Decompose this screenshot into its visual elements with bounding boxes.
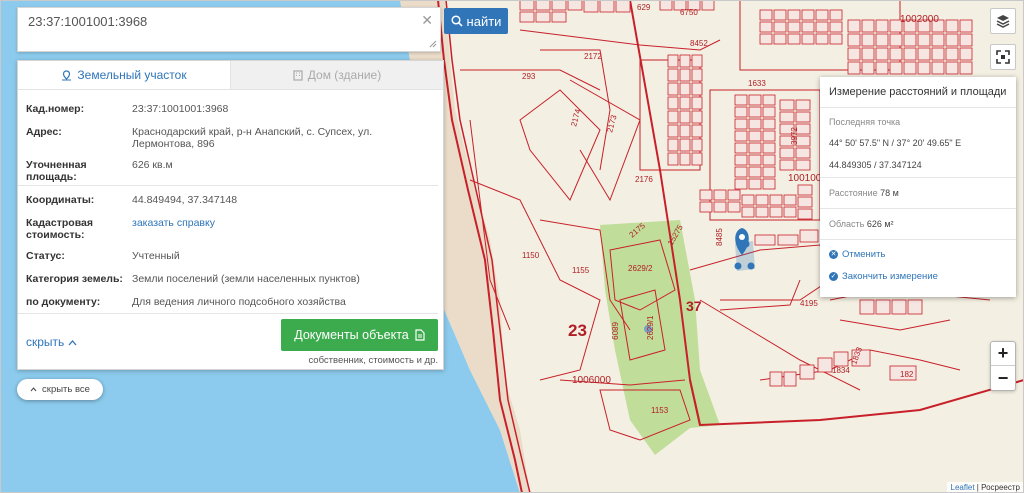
parcel-info-panel: Земельный участок Дом (здание) Кад.номер… <box>17 60 444 370</box>
label: Категория земель: <box>26 273 123 285</box>
value: Земли поселений (земли населенных пункто… <box>132 273 360 285</box>
search-button-label: найти <box>466 13 502 29</box>
fullscreen-button[interactable] <box>990 44 1016 70</box>
map-label: 2629/2 <box>628 264 653 273</box>
cancel-measure-button[interactable]: ✕ Отменить <box>829 249 885 260</box>
docs-subtitle: собственник, стоимость и др. <box>308 355 438 366</box>
distance-label: Расстояние <box>829 188 878 198</box>
hide-all-label: скрыть все <box>42 384 90 395</box>
search-input[interactable]: 23:37:1001001:3968 ✕ <box>17 7 441 52</box>
map-label: 3972 <box>790 127 799 145</box>
attribution-source: Росреестр <box>981 483 1020 492</box>
area-value: 626 м² <box>866 219 894 229</box>
zoom-out-button[interactable]: − <box>991 366 1015 390</box>
map-label: 37 <box>686 298 702 314</box>
info-tabs: Земельный участок Дом (здание) <box>18 61 443 90</box>
map-label: 293 <box>522 72 536 81</box>
layers-icon <box>996 15 1010 28</box>
value: Учтенный <box>132 250 180 262</box>
map-label: 8452 <box>690 39 708 48</box>
resize-grip-icon[interactable] <box>429 40 437 48</box>
value: 23:37:1001001:3968 <box>132 103 229 115</box>
cancel-icon: ✕ <box>829 250 838 259</box>
map-label: 6809 <box>610 322 619 340</box>
order-certificate-link[interactable]: заказать справку <box>132 217 432 229</box>
map-label: 1150 <box>522 251 540 260</box>
divider <box>18 313 438 314</box>
divider <box>820 107 1016 108</box>
map-attribution: Leaflet | Росреестр <box>946 482 1024 493</box>
divider <box>18 185 438 186</box>
tab-building[interactable]: Дом (здание) <box>230 61 443 89</box>
map-label: 182 <box>900 370 914 379</box>
map-label: 1633 <box>748 79 766 88</box>
label: по документу: <box>26 296 101 308</box>
check-icon: ✓ <box>829 272 838 281</box>
tab-parcel-label: Земельный участок <box>77 68 187 82</box>
zoom-control: + − <box>990 341 1016 391</box>
map-label: 629 <box>637 3 651 12</box>
value: 626 кв.м <box>132 159 173 171</box>
leaflet-link[interactable]: Leaflet <box>951 483 975 492</box>
label: Координаты: <box>26 194 95 206</box>
chevron-up-icon <box>68 340 77 346</box>
tab-building-label: Дом (здание) <box>307 68 382 82</box>
docs-button-label: Документы объекта <box>294 328 409 342</box>
value: Краснодарский край, р-н Анапский, с. Суп… <box>132 126 373 150</box>
value: 44.849494, 37.347148 <box>132 194 238 206</box>
map-label: 8485 <box>715 228 724 246</box>
map-label: 4195 <box>800 299 818 308</box>
area-row: Область 626 м² <box>829 219 894 229</box>
map-label: 23 <box>568 321 587 340</box>
layers-button[interactable] <box>990 8 1016 34</box>
divider <box>820 208 1016 209</box>
search-input-value[interactable]: 23:37:1001001:3968 <box>28 14 147 29</box>
map-label: 1002000 <box>900 14 939 25</box>
divider <box>820 239 1016 240</box>
clear-icon[interactable]: ✕ <box>421 12 433 29</box>
measurement-panel: Измерение расстояний и площади Последняя… <box>820 77 1016 297</box>
label: Адрес: <box>26 126 62 138</box>
fullscreen-icon <box>996 50 1010 64</box>
search-icon <box>450 15 463 27</box>
finish-measure-button[interactable]: ✓ Закончить измерение <box>829 271 938 282</box>
map-label: 1153 <box>651 406 669 415</box>
map-label: 2629/1 <box>646 315 655 340</box>
last-point-label: Последняя точка <box>829 117 901 127</box>
map-label: 2172 <box>584 52 602 61</box>
tab-parcel[interactable]: Земельный участок <box>18 61 230 89</box>
document-icon <box>415 329 425 341</box>
zoom-in-button[interactable]: + <box>991 342 1015 366</box>
map-marker-icon <box>62 69 72 80</box>
distance-row: Расстояние 78 м <box>829 188 899 198</box>
map-label: 1006000 <box>572 375 611 386</box>
map-label: 1834 <box>832 366 850 375</box>
map-label: 1155 <box>572 266 590 275</box>
search-button[interactable]: найти <box>444 8 508 34</box>
last-point-dms: 44° 50' 57.5" N / 37° 20' 49.65" E <box>829 138 962 148</box>
map-label: 6750 <box>680 8 698 17</box>
area-label: Область <box>829 219 865 229</box>
map-label: 2176 <box>635 175 653 184</box>
hide-label: скрыть <box>26 335 65 349</box>
cancel-label: Отменить <box>842 249 886 260</box>
building-icon <box>293 69 303 81</box>
measure-title: Измерение расстояний и площади <box>829 86 1007 98</box>
object-documents-button[interactable]: Документы объекта <box>281 319 438 351</box>
map-label: 100100 <box>788 173 822 184</box>
label: Уточненная площадь: <box>26 159 87 183</box>
chevron-up-icon <box>30 387 37 392</box>
label: Кадастровая стоимость: <box>26 217 93 241</box>
label: Кад.номер: <box>26 103 85 115</box>
distance-value: 78 м <box>880 188 899 198</box>
divider <box>820 177 1016 178</box>
finish-label: Закончить измерение <box>842 271 938 282</box>
value: Для ведения личного подсобного хозяйства <box>132 296 346 308</box>
hide-panel-link[interactable]: скрыть <box>26 335 77 349</box>
label: Статус: <box>26 250 65 262</box>
last-point-decimal: 44.849305 / 37.347124 <box>829 160 922 170</box>
hide-all-button[interactable]: скрыть все <box>17 379 103 400</box>
